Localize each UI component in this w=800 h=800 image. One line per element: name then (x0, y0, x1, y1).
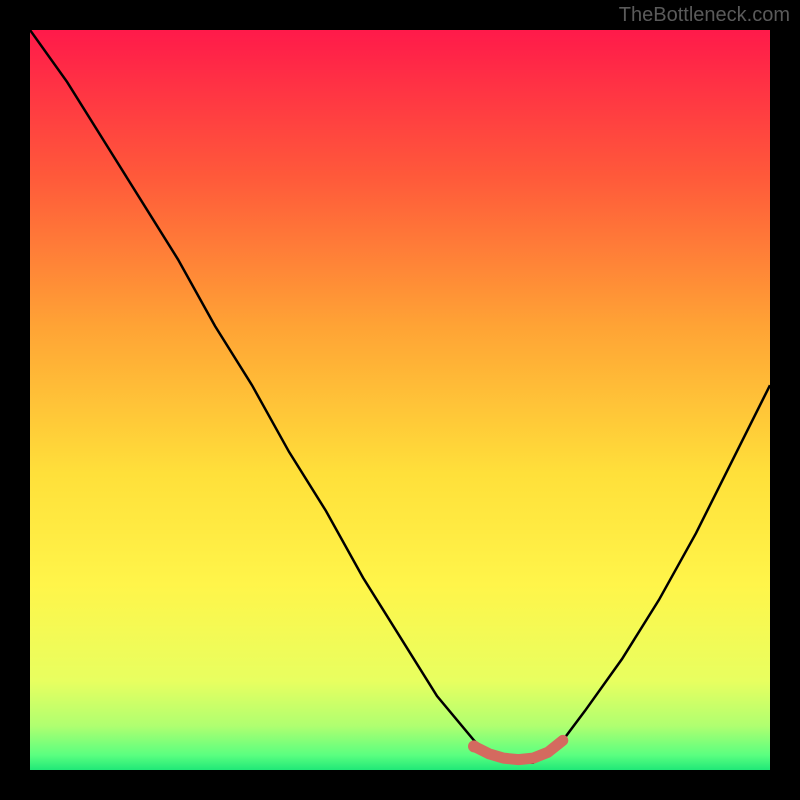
chart-container: TheBottleneck.com (0, 0, 800, 800)
plot-area (30, 30, 770, 770)
optimal-start-dot (468, 740, 480, 752)
chart-svg (30, 30, 770, 770)
watermark-text: TheBottleneck.com (619, 4, 790, 27)
gradient-background (30, 30, 770, 770)
